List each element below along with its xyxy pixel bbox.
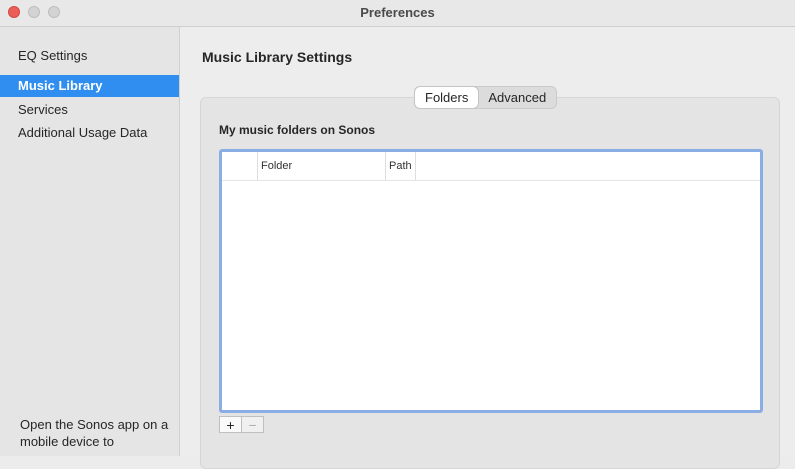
window-title: Preferences	[360, 5, 435, 20]
title-bar: Preferences	[0, 0, 795, 27]
table-header: Folder Path	[222, 152, 760, 181]
tab-advanced[interactable]: Advanced	[478, 87, 556, 108]
add-folder-button[interactable]: +	[219, 416, 242, 433]
mobile-app-notice: Open the Sonos app on a mobile device to	[20, 417, 169, 449]
music-folders-table[interactable]: Folder Path	[219, 149, 763, 413]
remove-folder-button[interactable]: −	[241, 416, 264, 433]
sidebar-item-services[interactable]: Services	[0, 99, 179, 121]
sidebar-item-additional-usage-data[interactable]: Additional Usage Data	[0, 122, 179, 144]
column-divider	[415, 152, 416, 180]
column-header-path[interactable]: Path	[385, 152, 415, 180]
sidebar-item-eq-settings[interactable]: EQ Settings	[0, 45, 179, 67]
section-label: My music folders on Sonos	[219, 123, 376, 137]
column-header-blank[interactable]	[222, 152, 257, 180]
column-header-folder[interactable]: Folder	[257, 152, 385, 180]
page-title: Music Library Settings	[202, 49, 353, 65]
sidebar-item-music-library[interactable]: Music Library	[0, 75, 179, 97]
main-panel: Music Library Settings Folders Advanced …	[180, 27, 795, 469]
folder-button-row: + −	[219, 416, 264, 433]
tab-segmented-control: Folders Advanced	[414, 86, 558, 109]
tab-folders[interactable]: Folders	[415, 87, 479, 108]
sidebar: EQ Settings Music Library Services Addit…	[0, 27, 180, 456]
